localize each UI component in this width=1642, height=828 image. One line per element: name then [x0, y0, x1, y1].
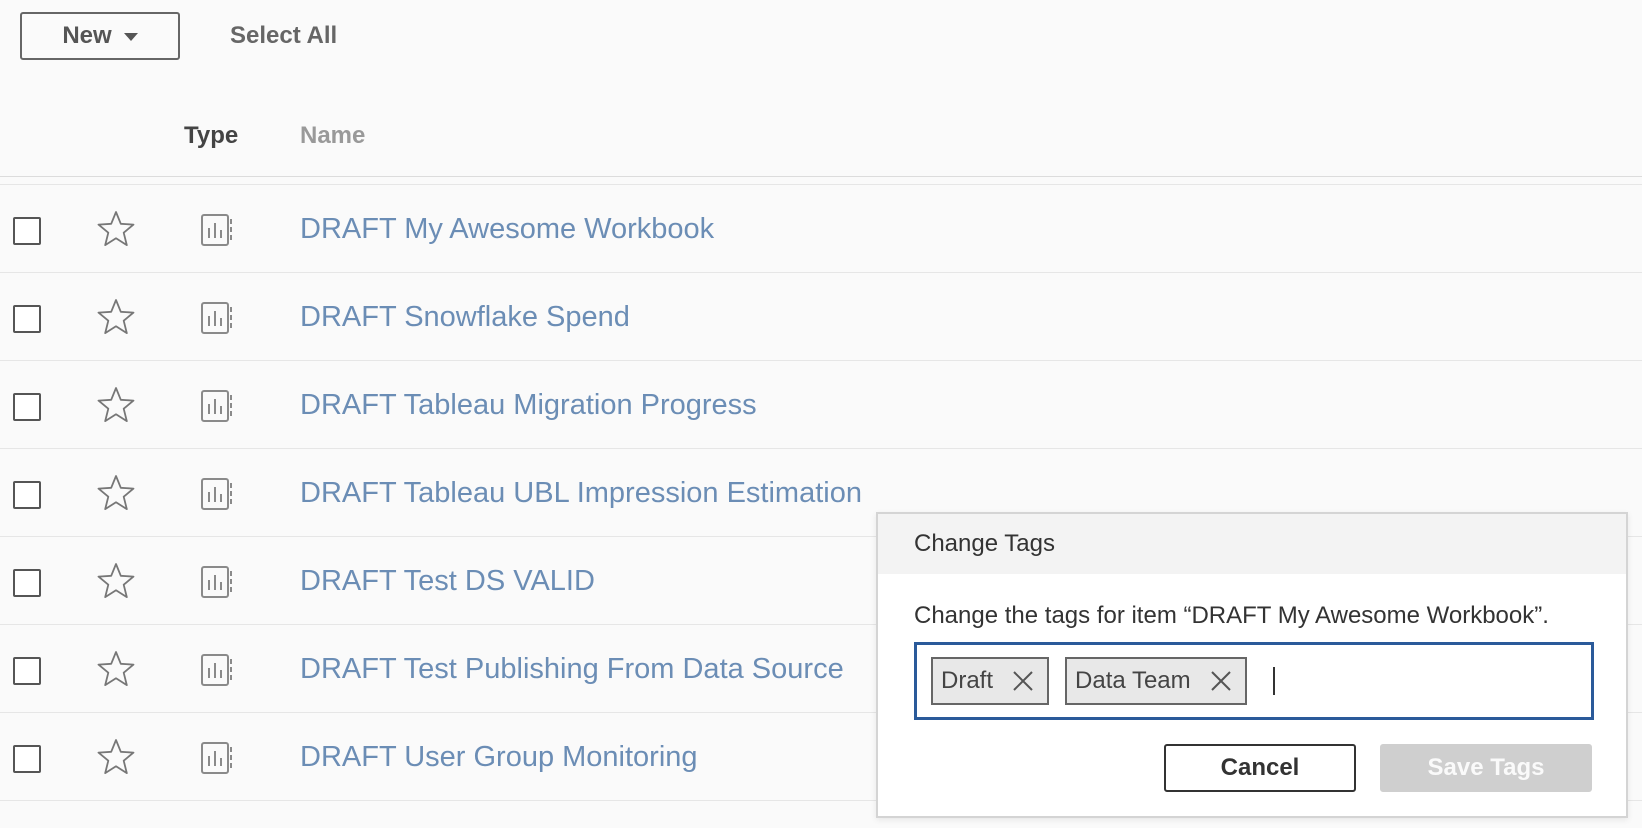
caret-down-icon: [123, 33, 138, 41]
select-all-button[interactable]: Select All: [230, 22, 337, 50]
workbook-icon: [201, 742, 232, 774]
workbook-icon: [201, 214, 232, 246]
item-name-link[interactable]: DRAFT Snowflake Spend: [300, 301, 630, 334]
star-icon[interactable]: [96, 561, 136, 601]
row-checkbox[interactable]: [13, 569, 41, 597]
item-name-link[interactable]: DRAFT Tableau Migration Progress: [300, 389, 757, 422]
cancel-button[interactable]: Cancel: [1164, 744, 1356, 792]
list-item: DRAFT Tableau Migration Progress: [0, 361, 1642, 449]
tags-input[interactable]: Draft Data Team: [914, 642, 1594, 720]
new-button-label: New: [62, 22, 112, 49]
tag-label: Draft: [941, 667, 994, 694]
tag-chip: Data Team: [1065, 657, 1247, 705]
workbook-icon: [201, 478, 232, 510]
item-name-link[interactable]: DRAFT My Awesome Workbook: [300, 213, 714, 246]
workbook-icon: [201, 302, 232, 334]
tag-label: Data Team: [1075, 667, 1191, 694]
row-checkbox[interactable]: [13, 393, 41, 421]
star-icon[interactable]: [96, 737, 136, 777]
column-header: Type Name: [0, 100, 1642, 176]
toolbar: New Select All: [20, 12, 337, 60]
star-icon[interactable]: [96, 297, 136, 337]
star-icon[interactable]: [96, 385, 136, 425]
list-item: DRAFT Snowflake Spend: [0, 273, 1642, 361]
item-name-link[interactable]: DRAFT Test DS VALID: [300, 565, 595, 598]
star-icon[interactable]: [96, 649, 136, 689]
row-checkbox[interactable]: [13, 217, 41, 245]
dialog-title: Change Tags: [914, 530, 1055, 557]
text-cursor: [1272, 667, 1275, 695]
close-icon[interactable]: [1207, 667, 1235, 695]
workbook-icon: [201, 654, 232, 686]
list-item: DRAFT My Awesome Workbook: [0, 185, 1642, 273]
change-tags-dialog: Change Tags Change the tags for item “DR…: [876, 512, 1628, 818]
column-name-header[interactable]: Name: [300, 122, 365, 150]
column-type-header[interactable]: Type: [184, 122, 238, 150]
row-checkbox[interactable]: [13, 305, 41, 333]
page: New Select All Type Name DRAFT My Awesom…: [0, 0, 1642, 828]
tag-chip: Draft: [931, 657, 1050, 705]
dialog-description: Change the tags for item “DRAFT My Aweso…: [914, 602, 1549, 629]
item-name-link[interactable]: DRAFT User Group Monitoring: [300, 741, 698, 774]
save-tags-button[interactable]: Save Tags: [1380, 744, 1592, 792]
star-icon[interactable]: [96, 473, 136, 513]
dialog-header: Change Tags: [878, 514, 1626, 574]
star-icon[interactable]: [96, 209, 136, 249]
row-checkbox[interactable]: [13, 745, 41, 773]
close-icon[interactable]: [1009, 667, 1037, 695]
row-checkbox[interactable]: [13, 657, 41, 685]
row-checkbox[interactable]: [13, 481, 41, 509]
item-name-link[interactable]: DRAFT Tableau UBL Impression Estimation: [300, 477, 862, 510]
workbook-icon: [201, 390, 232, 422]
new-button[interactable]: New: [20, 12, 180, 60]
item-name-link[interactable]: DRAFT Test Publishing From Data Source: [300, 653, 844, 686]
workbook-icon: [201, 566, 232, 598]
divider: [0, 176, 1642, 177]
